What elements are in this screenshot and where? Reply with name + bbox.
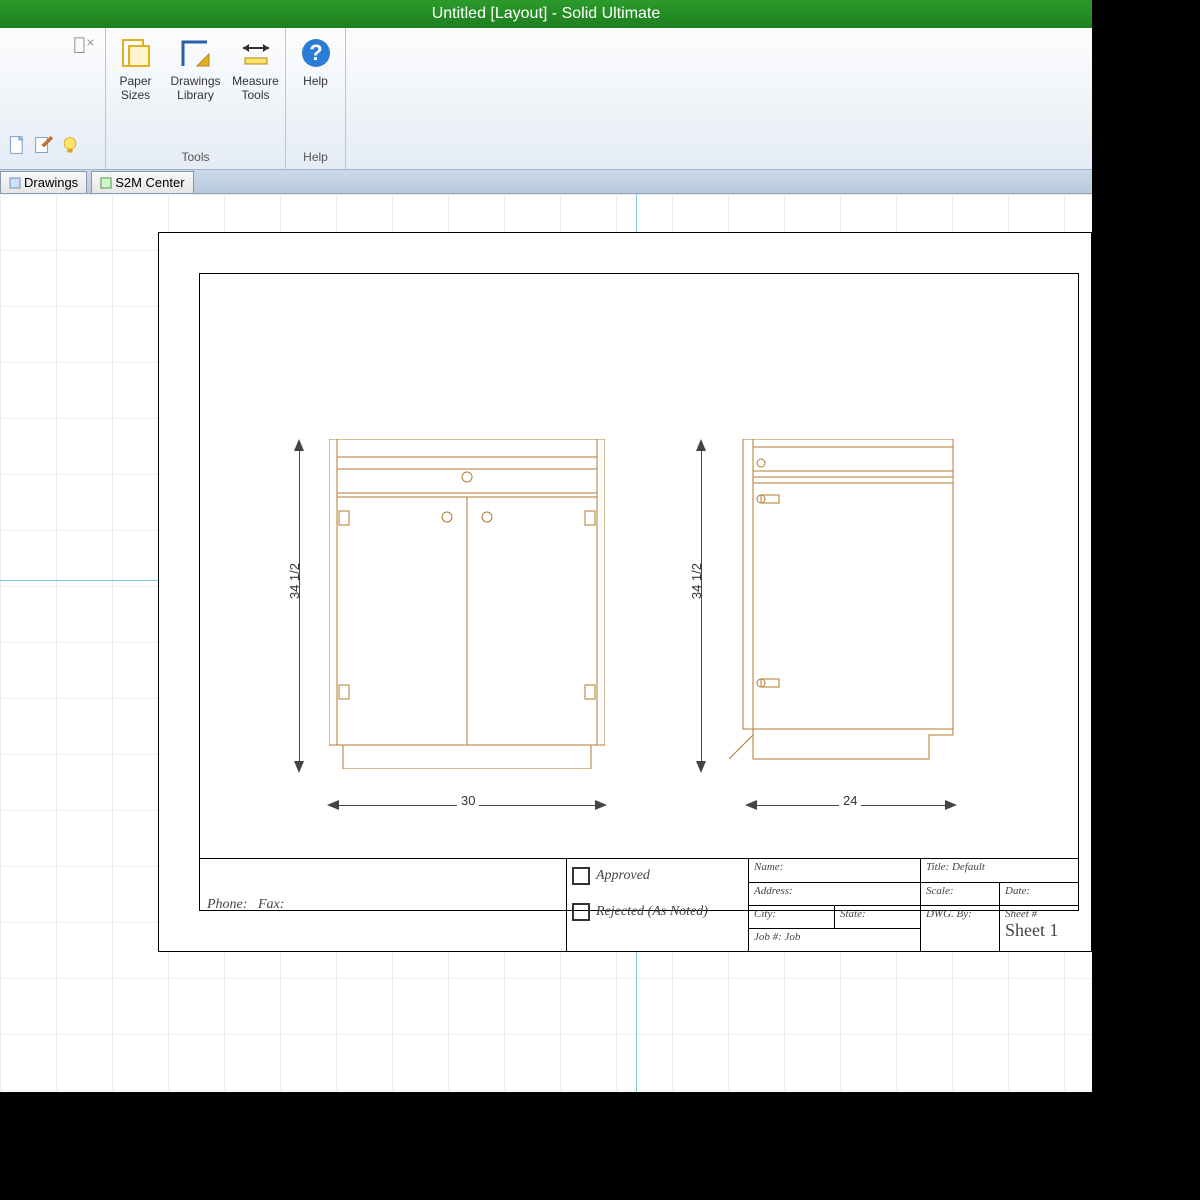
ribbon: PaperSizes DrawingsLibrary MeasureTools … bbox=[0, 28, 1092, 170]
field-address: Address: bbox=[749, 882, 921, 905]
arrow-icon bbox=[696, 761, 706, 773]
help-button[interactable]: ? Help bbox=[286, 34, 346, 90]
drawings-library-icon bbox=[179, 36, 213, 70]
ribbon-quick-access bbox=[0, 28, 106, 169]
sheet-num-value: Sheet 1 bbox=[1005, 920, 1059, 940]
doc-tabs: Drawings S2M Center bbox=[0, 170, 1092, 194]
arrow-icon bbox=[294, 439, 304, 451]
field-title: Title: Default bbox=[921, 859, 1079, 882]
paper-sizes-button[interactable]: PaperSizes bbox=[106, 34, 166, 104]
s2m-tab-icon bbox=[100, 177, 112, 189]
field-dwg-by: DWG. By: bbox=[921, 905, 1000, 951]
drawing-canvas[interactable]: 34 1/2 30 34 1/2 24 Phone: Fax: bbox=[0, 194, 1092, 1092]
dim-side-width-label: 24 bbox=[839, 793, 861, 808]
layout-tool-icon[interactable] bbox=[73, 36, 95, 58]
drawing-sheet[interactable]: 34 1/2 30 34 1/2 24 Phone: Fax: bbox=[158, 232, 1092, 952]
drawings-library-button[interactable]: DrawingsLibrary bbox=[166, 34, 226, 104]
arrow-icon bbox=[327, 800, 339, 810]
dim-side-height-line bbox=[701, 441, 702, 765]
measure-tools-label-2: Tools bbox=[241, 88, 269, 102]
field-city: City: bbox=[749, 905, 835, 928]
edit-page-icon[interactable] bbox=[34, 135, 54, 155]
tab-drawings[interactable]: Drawings bbox=[0, 171, 87, 193]
svg-text:?: ? bbox=[309, 40, 322, 65]
field-name: Name: bbox=[749, 859, 921, 882]
arrow-icon bbox=[294, 761, 304, 773]
help-icon: ? bbox=[299, 36, 333, 70]
arrow-icon bbox=[745, 800, 757, 810]
rejected-label: Rejected (As Noted) bbox=[596, 904, 708, 919]
help-label: Help bbox=[303, 74, 328, 88]
approved-label: Approved bbox=[596, 868, 650, 883]
title-bar: Untitled [Layout] - Solid Ultimate bbox=[0, 0, 1092, 28]
dim-front-width-label: 30 bbox=[457, 793, 479, 808]
arrow-icon bbox=[945, 800, 957, 810]
cabinet-side-view[interactable] bbox=[729, 439, 969, 769]
dim-front-height-line bbox=[299, 441, 300, 765]
paper-sizes-label-2: Sizes bbox=[121, 88, 150, 102]
paper-sizes-label-1: Paper bbox=[119, 74, 151, 88]
new-page-icon[interactable] bbox=[8, 135, 28, 155]
field-sheet: Sheet # Sheet 1 bbox=[1000, 905, 1079, 951]
sheet-num-label: Sheet # bbox=[1005, 908, 1037, 920]
drawings-tab-icon bbox=[9, 177, 21, 189]
tab-s2m-center[interactable]: S2M Center bbox=[91, 171, 193, 193]
ribbon-group-help: ? Help Help bbox=[286, 28, 346, 169]
dim-front-height-label: 34 1/2 bbox=[287, 563, 302, 599]
phone-label: Phone: bbox=[207, 897, 247, 913]
measure-tools-icon bbox=[239, 36, 273, 70]
drawings-library-label-1: Drawings bbox=[170, 74, 220, 88]
checkbox-icon bbox=[572, 867, 590, 885]
rejected-checkbox-row[interactable]: Rejected (As Noted) bbox=[572, 903, 743, 921]
ribbon-group-tools: PaperSizes DrawingsLibrary MeasureTools … bbox=[106, 28, 286, 169]
idea-icon[interactable] bbox=[60, 135, 80, 155]
tab-s2m-label: S2M Center bbox=[115, 175, 184, 190]
arrow-icon bbox=[595, 800, 607, 810]
cabinet-front-view[interactable] bbox=[329, 439, 605, 769]
arrow-icon bbox=[696, 439, 706, 451]
ribbon-group-help-label: Help bbox=[303, 147, 328, 167]
field-state: State: bbox=[835, 905, 921, 928]
checkbox-icon bbox=[572, 903, 590, 921]
dim-side-height-label: 34 1/2 bbox=[689, 563, 704, 599]
approved-checkbox-row[interactable]: Approved bbox=[572, 867, 743, 885]
field-date: Date: bbox=[1000, 882, 1079, 905]
measure-tools-label-1: Measure bbox=[232, 74, 279, 88]
field-scale: Scale: bbox=[921, 882, 1000, 905]
paper-sizes-icon bbox=[119, 36, 153, 70]
ribbon-group-tools-label: Tools bbox=[181, 147, 209, 167]
tab-drawings-label: Drawings bbox=[24, 175, 78, 190]
fax-label: Fax: bbox=[258, 897, 284, 913]
drawings-library-label-2: Library bbox=[177, 88, 214, 102]
measure-tools-button[interactable]: MeasureTools bbox=[226, 34, 286, 104]
field-job: Job #: Job bbox=[749, 928, 921, 951]
title-block: Phone: Fax: Approved Rejected (As Noted)… bbox=[199, 858, 1079, 950]
